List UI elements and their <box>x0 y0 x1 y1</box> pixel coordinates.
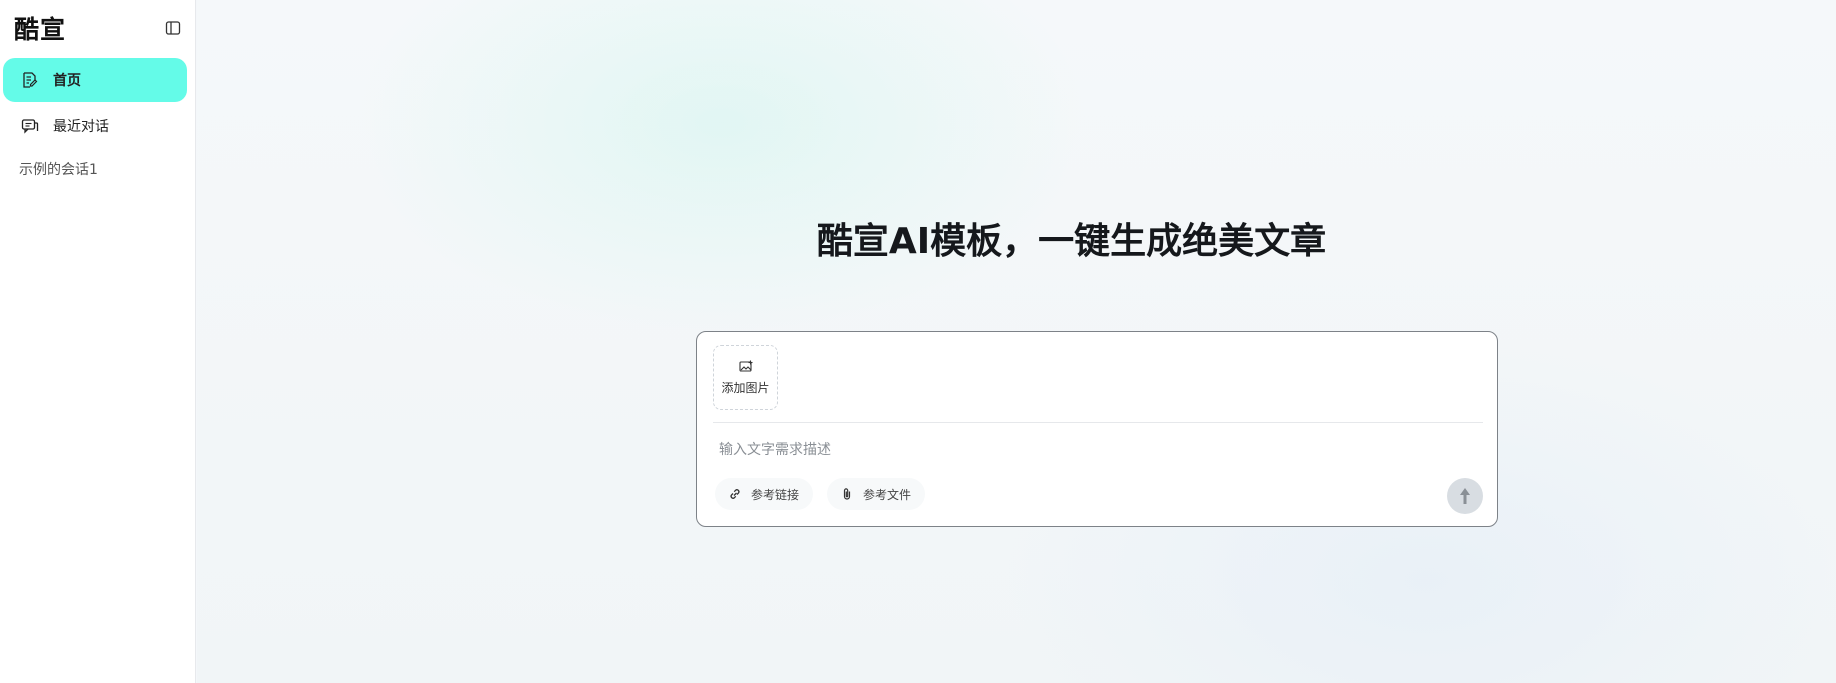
add-image-button[interactable]: 添加图片 <box>713 345 778 410</box>
composer-divider <box>713 422 1483 423</box>
prompt-composer: 添加图片 参考链接 参考文件 <box>696 331 1498 527</box>
reference-file-label: 参考文件 <box>863 487 912 502</box>
reference-file-button[interactable]: 参考文件 <box>827 478 926 510</box>
reference-link-button[interactable]: 参考链接 <box>715 478 814 510</box>
brand-logo: 酷宣 <box>14 15 67 44</box>
sidebar-item-recent-chats[interactable]: 最近对话 <box>3 104 187 148</box>
session-item[interactable]: 示例的会话1 <box>19 159 98 179</box>
send-button[interactable] <box>1447 478 1483 514</box>
link-icon <box>727 486 743 502</box>
page-title: 酷宣AI模板，一键生成绝美文章 <box>816 221 1327 262</box>
sidebar-item-home[interactable]: 首页 <box>3 58 187 102</box>
chat-bubbles-icon <box>20 116 40 136</box>
sidebar: 酷宣 首页 最近对话 示例的会话1 <box>0 0 196 683</box>
sidebar-header: 酷宣 <box>14 10 183 46</box>
arrow-up-icon <box>1460 488 1470 504</box>
add-image-label: 添加图片 <box>721 381 770 395</box>
document-edit-icon <box>20 70 40 90</box>
reference-link-label: 参考链接 <box>751 487 800 502</box>
prompt-input[interactable] <box>719 436 1459 464</box>
sidebar-item-label: 首页 <box>53 73 81 89</box>
sidebar-item-label: 最近对话 <box>53 119 109 135</box>
paperclip-icon <box>839 486 855 502</box>
main-area: 酷宣AI模板，一键生成绝美文章 添加图片 参考链接 <box>197 0 1836 683</box>
sidebar-toggle-button[interactable] <box>163 18 183 38</box>
sidebar-panel-icon <box>165 21 181 35</box>
image-add-icon <box>738 360 752 372</box>
